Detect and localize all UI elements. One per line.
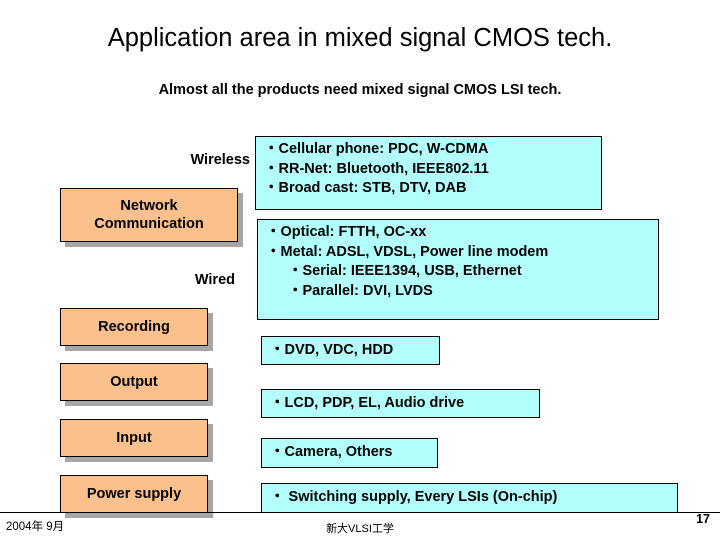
category-box-output: Output [60,363,208,401]
category-box-network-communication: Network Communication [60,188,238,242]
footer-center-text: 新大VLSI工学 [326,523,394,535]
category-label-wired: Wired [194,272,235,288]
content-box-wired: ・Optical: FTTH, OC-xx ・Metal: ADSL, VDSL… [257,219,659,320]
content-line: ・Serial: IEEE1394, USB, Ethernet [288,263,522,280]
category-box-input: Input [60,419,208,457]
content-line: ・Cellular phone: PDC, W-CDMA [264,141,489,157]
slide-root: Application area in mixed signal CMOS te… [0,0,720,540]
content-line: ・RR-Net: Bluetooth, IEEE802.11 [264,160,489,177]
content-box-output: ・LCD, PDP, EL, Audio drive [261,389,540,418]
category-label-wireless: Wireless [190,152,250,168]
content-box-power-supply: ・ Switching supply, Every LSIs (On-chip) [261,483,678,513]
category-box-power-supply: Power supply [60,475,208,513]
content-line: ・Optical: FTTH, OC-xx [266,224,427,240]
content-box-input: ・Camera, Others [261,438,438,468]
page-title: Application area in mixed signal CMOS te… [107,24,613,52]
page-subtitle: Almost all the products need mixed signa… [158,82,562,98]
category-box-recording: Recording [60,308,208,346]
content-box-wireless: ・Cellular phone: PDC, W-CDMA ・RR-Net: Bl… [255,136,602,210]
content-line: ・Broad cast: STB, DTV, DAB [264,180,467,197]
content-line: ・LCD, PDP, EL, Audio drive [270,394,465,411]
content-line: ・Parallel: DVI, LVDS [288,282,433,299]
content-box-recording: ・DVD, VDC, HDD [261,336,440,365]
footer-page-number: 17 [696,512,710,526]
content-line: ・ Switching supply, Every LSIs (On-chip) [270,489,558,506]
content-line: ・DVD, VDC, HDD [270,341,394,358]
footer-divider [0,512,720,513]
content-line: ・Metal: ADSL, VDSL, Power line modem [266,243,549,260]
category-box-network-line2: Communication [94,216,204,232]
category-box-network-line1: Network [120,197,178,214]
content-line: ・Camera, Others [270,444,393,461]
